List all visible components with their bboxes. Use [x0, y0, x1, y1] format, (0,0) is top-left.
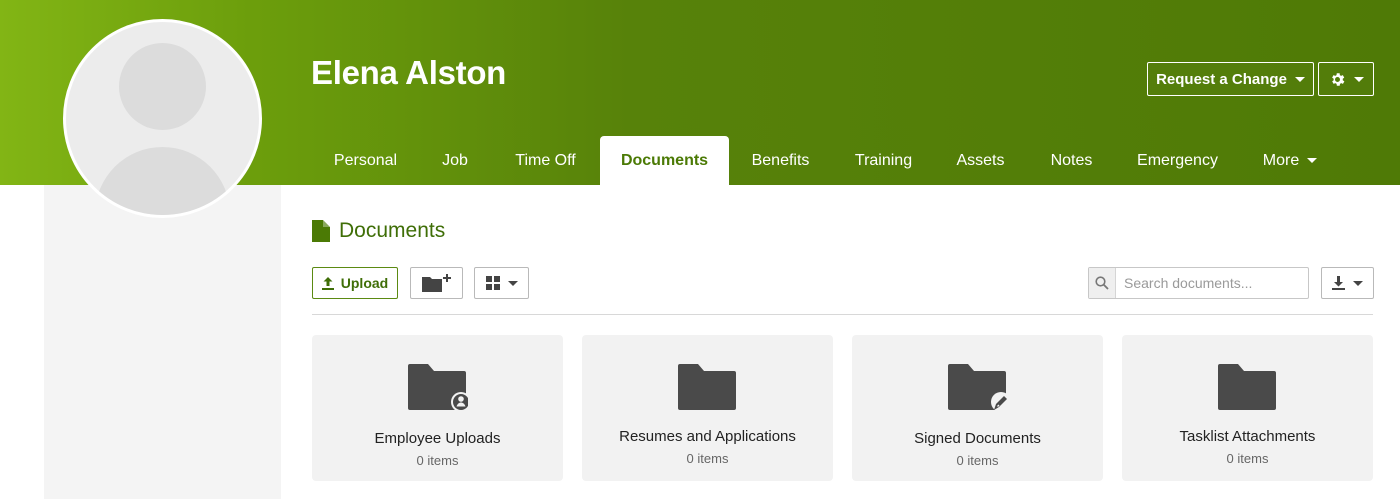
tab-assets[interactable]: Assets: [935, 136, 1026, 185]
search-input[interactable]: [1116, 275, 1306, 291]
tab-label: Documents: [620, 151, 709, 169]
folder-icon: [1218, 364, 1276, 410]
grid-view-icon: [485, 276, 500, 290]
tab-label: Job: [442, 151, 468, 169]
request-change-label: Request a Change: [1156, 70, 1287, 88]
download-button[interactable]: [1321, 267, 1374, 299]
tab-label: Emergency: [1137, 151, 1218, 169]
avatar-head-shape: [119, 43, 206, 130]
toolbar-divider: [312, 314, 1373, 315]
chevron-down-icon: [1294, 76, 1305, 82]
tab-benefits[interactable]: Benefits: [729, 136, 832, 185]
search-icon: [1089, 268, 1116, 298]
employee-name: Elena Alston: [311, 54, 507, 91]
folder-name: Signed Documents: [914, 430, 1041, 447]
section-title-text: Documents: [339, 219, 446, 242]
tab-documents[interactable]: Documents: [600, 136, 729, 185]
folder-count: 0 items: [686, 451, 729, 466]
tab-label: Time Off: [515, 151, 576, 169]
tab-label: Personal: [333, 151, 398, 169]
folder-name: Resumes and Applications: [619, 428, 796, 445]
folder-count: 0 items: [1226, 451, 1269, 466]
tab-label: More: [1262, 151, 1300, 169]
folder-name: Employee Uploads: [374, 430, 501, 447]
folder-card-resumes-applications[interactable]: Resumes and Applications 0 items: [582, 335, 833, 481]
gear-icon: [1331, 72, 1344, 86]
sidebar-panel: [44, 185, 281, 499]
folder-person-icon: [408, 364, 468, 412]
tab-label: Notes: [1050, 151, 1093, 169]
settings-menu-button[interactable]: [1318, 62, 1374, 96]
folder-count: 0 items: [416, 453, 459, 468]
view-toggle-button[interactable]: [474, 267, 529, 299]
folder-card-employee-uploads[interactable]: Employee Uploads 0 items: [312, 335, 563, 481]
tab-label: Training: [854, 151, 913, 169]
profile-tabs: Personal Job Time Off Documents Benefits…: [312, 136, 1342, 185]
tab-notes[interactable]: Notes: [1026, 136, 1117, 185]
tab-more[interactable]: More: [1238, 136, 1342, 185]
folder-card-tasklist-attachments[interactable]: Tasklist Attachments 0 items: [1122, 335, 1373, 481]
download-icon: [1332, 276, 1345, 290]
upload-icon: [321, 276, 334, 290]
new-folder-button[interactable]: [410, 267, 463, 299]
folder-name: Tasklist Attachments: [1179, 428, 1316, 445]
avatar-body-shape: [95, 147, 230, 215]
tab-label: Assets: [956, 151, 1005, 169]
tab-time-off[interactable]: Time Off: [491, 136, 600, 185]
chevron-down-icon: [1353, 280, 1363, 286]
folder-icon: [678, 364, 736, 410]
search-field: [1088, 267, 1309, 299]
document-icon: [312, 220, 330, 242]
folder-signed-icon: [948, 364, 1008, 412]
chevron-down-icon: [1307, 158, 1318, 163]
folder-count: 0 items: [956, 453, 999, 468]
tab-training[interactable]: Training: [832, 136, 935, 185]
tab-job[interactable]: Job: [419, 136, 491, 185]
avatar[interactable]: [63, 19, 262, 218]
folder-card-signed-documents[interactable]: Signed Documents 0 items: [852, 335, 1103, 481]
tab-personal[interactable]: Personal: [312, 136, 419, 185]
tab-emergency[interactable]: Emergency: [1117, 136, 1238, 185]
tab-label: Benefits: [751, 151, 810, 169]
upload-label: Upload: [340, 275, 389, 291]
folder-plus-icon: [421, 274, 451, 292]
upload-button[interactable]: Upload: [312, 267, 398, 299]
section-title: Documents: [312, 219, 445, 243]
chevron-down-icon: [507, 280, 518, 286]
request-change-button[interactable]: Request a Change: [1147, 62, 1314, 96]
chevron-down-icon: [1353, 76, 1364, 82]
